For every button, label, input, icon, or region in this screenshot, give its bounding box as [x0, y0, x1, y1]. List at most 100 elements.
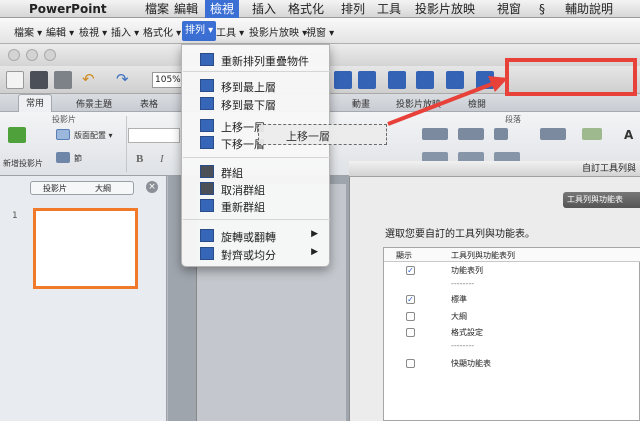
zoom-window-button[interactable]	[44, 49, 56, 61]
section-icon[interactable]	[56, 152, 70, 163]
menu-window[interactable]: 視窗	[492, 0, 526, 18]
arrange-menu-item[interactable]: 對齊或均分 ▶	[183, 245, 330, 262]
regroup-icon	[200, 199, 214, 212]
list-item[interactable]: ✓ 標準	[384, 292, 640, 307]
arrange-menu-item[interactable]: 群組	[183, 163, 330, 180]
column-show: 顯示	[396, 251, 412, 260]
bring-forward-icon	[200, 119, 214, 132]
app-menu[interactable]: PowerPoint	[24, 0, 112, 18]
arrange-menu-label: 移到最下層	[221, 99, 276, 112]
menu-arrange[interactable]: 排列	[336, 0, 370, 18]
tab-animations[interactable]: 動畫	[352, 97, 370, 110]
custom-menu-format[interactable]: 格式化 ▾	[143, 24, 181, 39]
arrange-menu-item[interactable]: 重新群組	[183, 197, 330, 214]
tab-slideshow[interactable]: 投影片放映	[396, 97, 441, 110]
bullets-icon[interactable]	[422, 128, 448, 140]
custom-menu-tools[interactable]: 工具 ▾	[216, 24, 244, 39]
custom-menu-arrange[interactable]: 排列 ▾	[182, 21, 217, 41]
list-item-label: 快顯功能表	[451, 359, 491, 368]
bring-to-front-icon	[200, 79, 214, 92]
menu-slideshow[interactable]: 投影片放映	[410, 0, 480, 18]
distribute-icon[interactable]	[388, 71, 406, 89]
align-top-icon[interactable]	[334, 71, 352, 89]
redo-icon[interactable]: ↷	[116, 71, 138, 89]
zoom-field[interactable]: 105%	[152, 72, 182, 88]
drag-ghost: 上移一層	[258, 124, 387, 145]
apple-icon[interactable]	[4, 0, 14, 18]
drag-ghost-label: 上移一層	[286, 130, 330, 143]
columns-icon[interactable]	[540, 128, 566, 140]
smartart-icon[interactable]	[582, 128, 602, 140]
tab-review[interactable]: 檢閱	[468, 97, 486, 110]
menu-format[interactable]: 格式化	[283, 0, 329, 18]
arrange-menu-item[interactable]: 旋轉或翻轉 ▶	[183, 227, 330, 244]
list-item[interactable]: 快顯功能表	[384, 356, 640, 371]
submenu-arrow-icon: ▶	[311, 229, 318, 239]
print-icon[interactable]	[54, 71, 72, 89]
show-checkbox[interactable]	[406, 359, 415, 368]
section-button[interactable]: 節	[74, 153, 82, 164]
menu-view[interactable]: 檢視	[205, 0, 240, 18]
arrange-menu-item[interactable]: 移到最下層	[183, 95, 330, 112]
custom-menu-insert[interactable]: 插入 ▾	[111, 24, 139, 39]
dialog-title: 自訂工具列與	[349, 161, 640, 177]
send-backward-icon	[200, 136, 214, 149]
tab-outline[interactable]: 大綱	[95, 183, 111, 194]
menu-help[interactable]: 輔助說明	[560, 0, 618, 18]
custom-menu-window[interactable]: 視窗 ▾	[306, 24, 334, 39]
menu-tools[interactable]: 工具	[372, 0, 406, 18]
slide-thumbnail[interactable]	[33, 208, 138, 289]
align-icon	[200, 247, 214, 260]
group-label-slides: 投影片	[52, 115, 76, 124]
dialog-prompt: 選取您要自訂的工具列與功能表。	[385, 229, 535, 240]
list-item[interactable]: ✓ 功能表列	[384, 263, 640, 278]
undo-icon[interactable]: ↶	[82, 71, 104, 89]
show-checkbox[interactable]: ✓	[406, 295, 415, 304]
list-item[interactable]: 格式設定	[384, 325, 640, 340]
italic-button[interactable]: I	[160, 153, 164, 165]
custom-menu-row: 檔案 ▾ 編輯 ▾ 檢視 ▾ 插入 ▾ 格式化 ▾ 排列 ▾ 工具 ▾ 投影片放…	[0, 18, 640, 44]
new-slide-button[interactable]: 新增投影片	[3, 158, 43, 169]
align-bottom-icon[interactable]	[416, 71, 434, 89]
new-icon[interactable]	[6, 71, 24, 89]
custom-menu-slideshow[interactable]: 投影片放映 ▾	[249, 24, 307, 39]
list-item[interactable]: 大綱	[384, 309, 640, 324]
custom-menu-edit[interactable]: 編輯 ▾	[46, 24, 74, 39]
submenu-arrow-icon: ▶	[311, 247, 318, 257]
dialog-tab-toolbars[interactable]: 工具列與功能表	[563, 192, 640, 208]
show-checkbox[interactable]	[406, 328, 415, 337]
menu-insert[interactable]: 插入	[247, 0, 281, 18]
layout-button[interactable]: 版面配置 ▾	[74, 130, 113, 141]
text-box-icon[interactable]: A	[624, 128, 633, 142]
menu-edit[interactable]: 編輯	[169, 0, 203, 18]
indent-icon[interactable]	[494, 128, 508, 140]
close-pane-icon[interactable]: ×	[146, 181, 158, 193]
custom-menu-view[interactable]: 檢視 ▾	[79, 24, 107, 39]
reorder-icon[interactable]	[476, 71, 494, 89]
save-icon[interactable]	[30, 71, 48, 89]
list-separator: --------	[451, 279, 475, 288]
arrange-menu-item[interactable]: 重新排列重疊物件	[183, 51, 330, 68]
tab-themes[interactable]: 佈景主題	[76, 97, 112, 110]
arrange-menu-item[interactable]: 移到最上層	[183, 77, 330, 94]
numbering-icon[interactable]	[458, 128, 484, 140]
minimize-window-button[interactable]	[26, 49, 38, 61]
show-checkbox[interactable]	[406, 312, 415, 321]
tab-home[interactable]: 常用	[18, 94, 53, 112]
arrange-menu-label: 重新群組	[221, 201, 265, 214]
bold-button[interactable]: B	[136, 153, 143, 165]
align-middle-icon[interactable]	[358, 71, 376, 89]
new-slide-icon[interactable]	[8, 127, 26, 143]
group-objects-icon[interactable]	[446, 71, 464, 89]
show-checkbox[interactable]: ✓	[406, 266, 415, 275]
font-name-field[interactable]	[128, 128, 180, 143]
arrange-menu-item[interactable]: 取消群組	[183, 180, 330, 197]
script-icon[interactable]: §	[534, 0, 550, 18]
layout-icon[interactable]	[56, 129, 70, 140]
custom-menu-file[interactable]: 檔案 ▾	[14, 24, 42, 39]
close-window-button[interactable]	[8, 49, 20, 61]
rotate-icon	[200, 229, 214, 242]
tab-tables[interactable]: 表格	[140, 97, 158, 110]
tab-slides[interactable]: 投影片	[43, 183, 67, 194]
menu-separator	[183, 71, 330, 72]
